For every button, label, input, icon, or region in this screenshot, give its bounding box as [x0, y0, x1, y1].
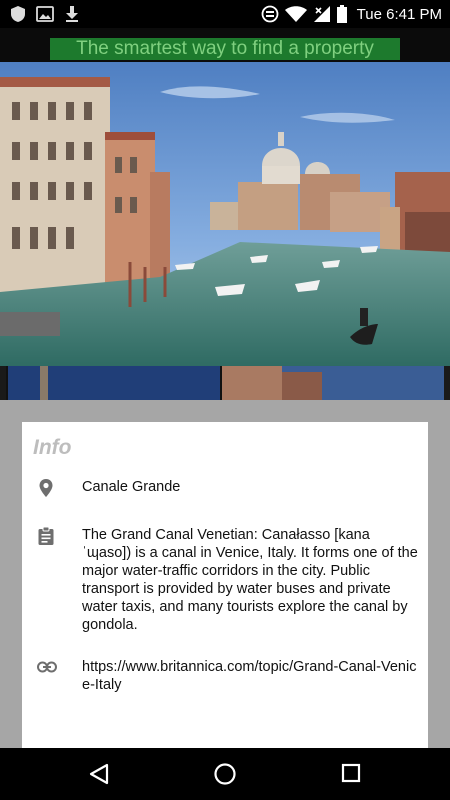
signal-icon — [313, 5, 331, 23]
battery-icon — [336, 5, 347, 23]
back-button[interactable] — [88, 762, 112, 786]
shield-icon — [10, 5, 26, 23]
clipboard-icon — [37, 526, 55, 551]
status-right-icons: Tue 6:41 PM — [261, 4, 442, 24]
property-photo[interactable] — [0, 62, 450, 366]
header-area: The smartest way to find a property — [0, 28, 450, 62]
status-bar: Tue 6:41 PM — [0, 0, 450, 28]
info-title: Info — [33, 436, 72, 459]
status-left-icons — [10, 4, 80, 24]
link-icon — [37, 660, 57, 678]
recents-button[interactable] — [340, 762, 364, 786]
download-icon — [64, 5, 80, 23]
venice-grand-canal-image — [0, 62, 450, 366]
promo-banner[interactable]: The smartest way to find a property — [50, 38, 400, 60]
source-link[interactable]: https://www.britannica.com/topic/Grand-C… — [82, 658, 418, 694]
info-card: Info Canale Grande The Grand Canal Venet… — [22, 422, 428, 748]
sync-icon — [261, 5, 279, 23]
wifi-icon — [284, 5, 307, 23]
place-name: Canale Grande — [82, 479, 181, 495]
place-description: The Grand Canal Venetian: Canałasso [kan… — [82, 527, 418, 633]
location-pin-icon — [37, 478, 55, 503]
info-overlay[interactable]: Info Canale Grande The Grand Canal Venet… — [0, 400, 450, 748]
status-time: Tue 6:41 PM — [356, 5, 442, 23]
thumbnail-images — [0, 366, 450, 400]
home-button[interactable] — [213, 762, 237, 786]
recents-square-icon — [341, 763, 361, 783]
back-triangle-icon — [89, 763, 109, 785]
photo-thumbnail-strip[interactable] — [0, 366, 450, 400]
home-circle-icon — [214, 763, 236, 785]
navigation-bar — [0, 748, 450, 800]
image-icon — [36, 6, 54, 22]
